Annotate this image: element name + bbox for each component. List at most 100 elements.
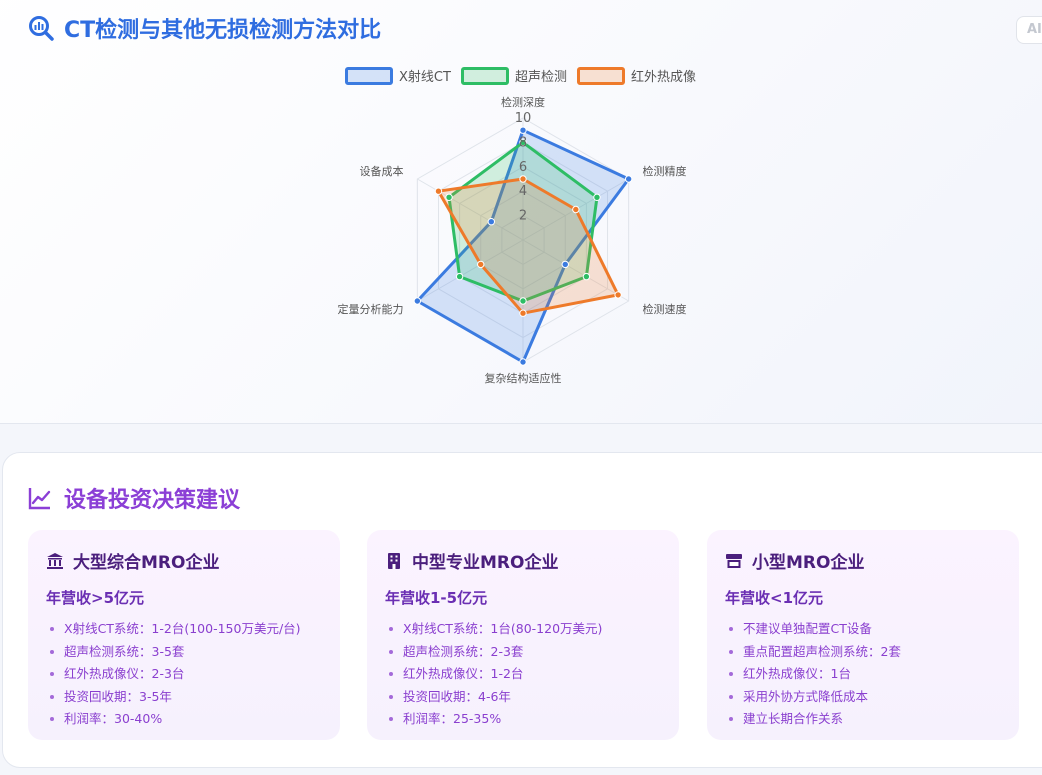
list-item: 利润率：30-40% — [46, 708, 340, 731]
radar-point-0[interactable] — [519, 126, 527, 134]
list-item-text: 红外热成像仪：1-2台 — [403, 666, 524, 681]
legend-item-infrared[interactable]: 红外热成像 — [576, 66, 696, 85]
store-icon — [726, 553, 742, 568]
radar-axis-label: 检测精度 — [643, 164, 687, 178]
legend-item-ultrasonic[interactable]: 超声检测 — [460, 66, 567, 85]
bullet-dot — [50, 717, 54, 722]
bullet-dot — [389, 649, 393, 654]
tier-header: 中型专业MRO企业 — [385, 548, 679, 573]
bullet-dot — [729, 627, 733, 632]
list-item-text: 重点配置超声检测系统：2套 — [743, 643, 901, 659]
bullet-dot — [729, 717, 733, 722]
chart-legend: X射线CT 超声检测 红外热成像 — [345, 66, 706, 85]
list-item-text: 超声检测系统：3-5套 — [64, 643, 185, 659]
radar-point-0[interactable] — [624, 175, 633, 183]
legend-swatch — [345, 66, 393, 85]
radar-axis-label: 检测深度 — [501, 95, 545, 109]
list-item-text: 投资回收期：3-5年 — [64, 688, 172, 704]
tier-name: 小型MRO企业 — [752, 553, 865, 573]
bullet-dot — [729, 672, 733, 677]
legend-item-ct[interactable]: X射线CT — [345, 66, 451, 85]
legend-label: 红外热成像 — [630, 70, 696, 85]
bullet-dot — [50, 649, 54, 654]
trend-line-icon — [28, 488, 51, 510]
legend-label: 超声检测 — [514, 70, 567, 85]
bullet-dot — [389, 694, 393, 699]
radar-tick-label: 10 — [515, 111, 532, 126]
radar-point-2[interactable] — [614, 291, 622, 299]
radar-point-0[interactable] — [561, 260, 569, 269]
list-item-text: 红外热成像仪：1台 — [743, 666, 851, 681]
tier-name: 大型综合MRO企业 — [73, 553, 220, 573]
list-item: X射线CT系统：1台(80-120万美元) — [385, 618, 679, 641]
list-item: 利润率：25-35% — [385, 708, 679, 731]
list-item-text: 红外热成像仪：2-3台 — [64, 666, 185, 681]
bullet-dot — [389, 672, 393, 677]
decision-section-title: 设备投资决策建议 — [28, 482, 240, 514]
list-item-text: X射线CT系统：1台(80-120万美元) — [403, 621, 603, 636]
radar-tick-label: 6 — [519, 160, 527, 175]
bank-icon — [47, 552, 63, 569]
radar-point-2[interactable] — [572, 205, 580, 214]
list-item-text: X射线CT系统：1-2台(100-150万美元/台) — [64, 621, 301, 636]
legend-swatch — [460, 66, 509, 85]
list-item-text: 不建议单独配置CT设备 — [743, 621, 872, 636]
tier-name: 中型专业MRO企业 — [412, 553, 559, 573]
tier-revenue: 年营收<1亿元 — [725, 589, 824, 607]
radar-point-1[interactable] — [445, 193, 453, 202]
chart-search-icon — [29, 16, 54, 41]
list-item-text: 超声检测系统：2-3套 — [403, 643, 524, 659]
list-item: 采用外协方式降低成本 — [725, 686, 1019, 709]
radar-point-1[interactable] — [593, 193, 601, 202]
radar-point-0[interactable] — [413, 297, 422, 305]
list-item-text: 投资回收期：4-6年 — [403, 688, 511, 704]
radar-tick-label: 4 — [519, 184, 527, 199]
tier-revenue: 年营收1-5亿元 — [385, 589, 488, 607]
radar-point-0[interactable] — [487, 218, 496, 226]
tier-item-list: 不建议单独配置CT设备 重点配置超声检测系统：2套 红外热成像仪：1台 采用外协… — [725, 618, 1019, 731]
radar-axis-label: 定量分析能力 — [337, 302, 403, 316]
list-item: 投资回收期：4-6年 — [385, 686, 679, 709]
list-item: 建立长期合作关系 — [725, 708, 1019, 731]
list-item-text: 采用外协方式降低成本 — [743, 688, 869, 704]
radar-title-text: CT检测与其他无损检测方法对比 — [64, 18, 382, 43]
radar-tick-label: 8 — [519, 135, 527, 150]
list-item: X射线CT系统：1-2台(100-150万美元/台) — [46, 618, 340, 641]
tier-revenue: 年营收>5亿元 — [46, 589, 145, 607]
list-item: 重点配置超声检测系统：2套 — [725, 641, 1019, 664]
radar-axis-label: 检测速度 — [643, 302, 687, 316]
bullet-dot — [50, 694, 54, 699]
radar-point-2[interactable] — [519, 309, 527, 317]
radar-section-title: CT检测与其他无损检测方法对比 — [28, 12, 381, 44]
tier-card-small: 小型MRO企业 年营收<1亿元 不建议单独配置CT设备 重点配置超声检测系统：2… — [707, 530, 1019, 740]
list-item-text: 建立长期合作关系 — [743, 711, 844, 726]
list-item: 投资回收期：3-5年 — [46, 686, 340, 709]
building-icon — [388, 552, 400, 569]
legend-swatch — [576, 66, 625, 85]
radar-axis-label: 复杂结构适应性 — [485, 371, 562, 385]
tier-item-list: X射线CT系统：1台(80-120万美元) 超声检测系统：2-3套 红外热成像仪… — [385, 618, 679, 731]
decision-title-text: 设备投资决策建议 — [64, 488, 241, 513]
bullet-dot — [729, 694, 733, 699]
radar-point-1[interactable] — [582, 272, 591, 281]
bullet-dot — [50, 627, 54, 632]
list-item: 红外热成像仪：2-3台 — [46, 663, 340, 686]
radar-chart: 2 4 6 8 10 检测深度检测精度检测速度复杂结构适应性 定量分析能力 设备成本 — [337, 95, 687, 385]
tier-card-medium: 中型专业MRO企业 年营收1-5亿元 X射线CT系统：1台(80-120万美元)… — [367, 530, 679, 740]
radar-point-1[interactable] — [455, 272, 464, 281]
list-item-text: 利润率：30-40% — [64, 711, 163, 726]
radar-point-2[interactable] — [434, 187, 443, 195]
list-item: 不建议单独配置CT设备 — [725, 618, 1019, 641]
list-item: 红外热成像仪：1-2台 — [385, 663, 679, 686]
radar-point-1[interactable] — [519, 297, 527, 305]
tier-header: 小型MRO企业 — [725, 548, 1019, 573]
ai-badge[interactable]: AI — [1016, 16, 1042, 44]
radar-point-2[interactable] — [519, 175, 527, 183]
radar-axis-label: 设备成本 — [359, 164, 403, 178]
radar-point-2[interactable] — [477, 260, 485, 269]
radar-point-0[interactable] — [519, 358, 527, 366]
list-item: 红外热成像仪：1台 — [725, 663, 1019, 686]
bullet-dot — [389, 717, 393, 722]
legend-label: X射线CT — [399, 70, 451, 85]
tier-header: 大型综合MRO企业 — [46, 548, 340, 573]
